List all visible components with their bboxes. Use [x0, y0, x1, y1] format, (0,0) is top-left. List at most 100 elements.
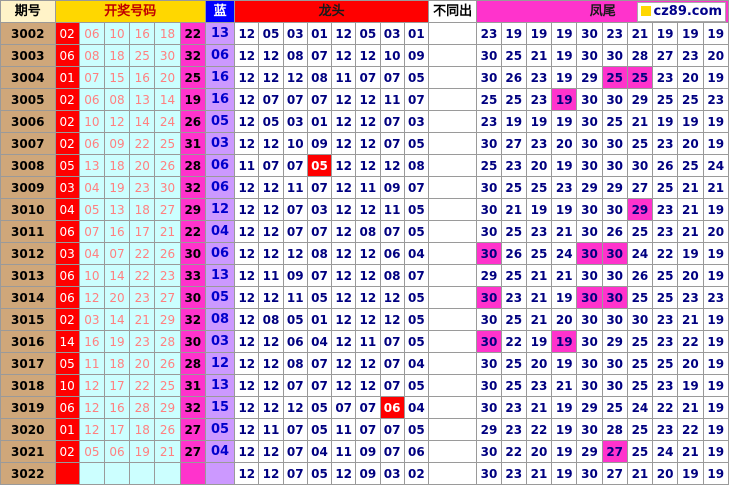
site-logo[interactable]: cz89.com [636, 2, 726, 22]
draw-number-cell: 27 [179, 440, 206, 463]
phoenix-tail-cell: 26 [601, 220, 628, 243]
period-cell: 3010 [0, 198, 56, 221]
phoenix-tail-cell: 23 [652, 418, 679, 441]
dragon-head-cell: 07 [379, 352, 405, 375]
dragon-head-cell: 12 [331, 330, 357, 353]
not-same-cell [427, 330, 478, 353]
dragon-head-cell: 11 [258, 418, 284, 441]
phoenix-tail-cell: 25 [652, 286, 679, 309]
period-cell: 3014 [0, 286, 56, 309]
draw-number-cell: 18 [129, 198, 156, 221]
dragon-head-cell: 12 [258, 66, 284, 89]
blue-ball-cell: 13 [204, 264, 236, 287]
draw-number-cell: 13 [129, 88, 156, 111]
phoenix-tail-cell: 23 [525, 88, 553, 111]
header-draw-numbers: 开奖号码 [54, 0, 206, 23]
blue-ball-cell: 03 [204, 330, 236, 353]
phoenix-tail-cell: 25 [500, 220, 527, 243]
phoenix-tail-cell: 20 [677, 132, 704, 155]
draw-number-cell: 22 [179, 220, 206, 243]
phoenix-tail-cell: 30 [476, 462, 502, 485]
phoenix-tail-cell: 30 [576, 374, 603, 397]
period-cell: 3004 [0, 66, 56, 89]
dragon-head-cell: 11 [355, 330, 381, 353]
dragon-head-cell: 11 [379, 88, 405, 111]
not-same-cell [427, 154, 478, 177]
phoenix-tail-cell: 21 [551, 220, 578, 243]
phoenix-tail-cell: 30 [476, 330, 502, 353]
dragon-head-cell: 12 [355, 110, 381, 133]
dragon-head-cell: 06 [282, 330, 308, 353]
dragon-head-cell: 12 [331, 220, 357, 243]
dragon-head-cell: 11 [282, 176, 308, 199]
phoenix-tail-cell: 25 [525, 176, 553, 199]
draw-number-cell: 06 [78, 132, 105, 155]
phoenix-tail-cell: 19 [551, 44, 578, 67]
draw-number-cell: 14 [154, 88, 181, 111]
not-same-cell [427, 44, 478, 67]
dragon-head-cell: 07 [306, 88, 333, 111]
phoenix-tail-cell: 30 [601, 286, 628, 309]
not-same-cell [427, 462, 478, 485]
draw-number-cell: 02 [54, 22, 80, 45]
phoenix-tail-cell: 30 [626, 154, 654, 177]
dragon-head-cell: 12 [331, 308, 357, 331]
dragon-head-cell: 12 [234, 110, 260, 133]
dragon-head-cell: 08 [403, 154, 429, 177]
phoenix-tail-cell: 19 [702, 66, 729, 89]
table-row: 3012 03 04 07 22 26 30 06 12 12 12 08 12 12 06 04 30 26 25… [0, 242, 729, 265]
dragon-head-cell: 05 [306, 462, 333, 485]
draw-number-cell: 05 [54, 154, 80, 177]
phoenix-tail-cell: 30 [476, 286, 502, 309]
dragon-head-cell: 12 [234, 44, 260, 67]
draw-number-cell: 22 [179, 22, 206, 45]
draw-number-cell: 06 [103, 440, 131, 463]
dragon-head-cell: 12 [234, 22, 260, 45]
dragon-head-cell: 07 [282, 374, 308, 397]
phoenix-tail-cell: 27 [500, 132, 527, 155]
phoenix-tail-cell: 29 [626, 88, 654, 111]
dragon-head-cell: 12 [355, 132, 381, 155]
phoenix-tail-cell: 30 [576, 198, 603, 221]
dragon-head-cell: 07 [403, 88, 429, 111]
phoenix-tail-cell: 23 [702, 286, 729, 309]
draw-number-cell: 09 [103, 132, 131, 155]
period-cell: 3006 [0, 110, 56, 133]
phoenix-tail-cell: 24 [652, 440, 679, 463]
dragon-head-cell: 12 [234, 88, 260, 111]
blue-ball-cell: 12 [204, 352, 236, 375]
header-blue-ball: 蓝 [204, 0, 236, 23]
draw-number-cell: 32 [179, 308, 206, 331]
phoenix-tail-cell: 25 [677, 88, 704, 111]
dragon-head-cell: 12 [234, 352, 260, 375]
dragon-head-cell: 12 [234, 264, 260, 287]
draw-number-cell: 15 [103, 66, 131, 89]
dragon-head-cell: 07 [306, 352, 333, 375]
draw-number-cell: 23 [129, 286, 156, 309]
not-same-cell [427, 352, 478, 375]
draw-number-cell: 20 [154, 66, 181, 89]
draw-number-cell: 16 [129, 22, 156, 45]
phoenix-tail-cell: 25 [500, 44, 527, 67]
phoenix-tail-cell: 25 [500, 308, 527, 331]
draw-number-cell: 29 [179, 198, 206, 221]
dragon-head-cell: 10 [379, 44, 405, 67]
draw-number-cell: 01 [54, 66, 80, 89]
phoenix-tail-cell: 25 [652, 88, 679, 111]
phoenix-tail-cell: 19 [551, 396, 578, 419]
dragon-head-cell: 12 [234, 198, 260, 221]
table-row: 3020 01 12 17 18 26 27 05 12 11 07 05 11 07 07 05 29 23 22… [0, 418, 729, 441]
phoenix-tail-cell: 26 [626, 264, 654, 287]
phoenix-tail-cell: 23 [652, 330, 679, 353]
phoenix-tail-cell: 25 [626, 220, 654, 243]
dragon-head-cell: 05 [403, 132, 429, 155]
blue-ball-cell: 16 [204, 66, 236, 89]
dragon-head-cell: 06 [379, 242, 405, 265]
phoenix-tail-cell: 30 [576, 418, 603, 441]
dragon-head-cell: 08 [306, 66, 333, 89]
dragon-head-cell: 01 [403, 22, 429, 45]
draw-number-cell: 19 [129, 440, 156, 463]
draw-number-cell [103, 462, 131, 485]
phoenix-tail-cell: 25 [525, 242, 553, 265]
period-cell: 3020 [0, 418, 56, 441]
